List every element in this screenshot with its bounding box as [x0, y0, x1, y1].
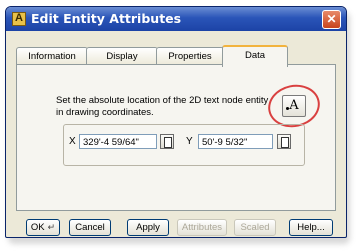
ok-button-label: OK	[30, 222, 45, 233]
x-coordinate-field[interactable]: 329'-4 59/64"	[79, 134, 157, 149]
apply-button[interactable]: Apply	[127, 219, 169, 236]
location-description: Set the absolute location of the 2D text…	[56, 95, 269, 118]
close-button[interactable]: ✕	[322, 10, 341, 29]
enter-key-icon: ↵	[47, 222, 56, 232]
x-label: X	[69, 136, 76, 147]
tab-information[interactable]: Information	[16, 47, 88, 65]
y-label: Y	[186, 136, 193, 147]
scaled-button[interactable]: Scaled	[234, 219, 276, 236]
cancel-button[interactable]: Cancel	[69, 219, 111, 236]
y-calculator-button[interactable]	[277, 134, 291, 149]
y-coordinate-field[interactable]: 50'-9 5/32"	[198, 134, 273, 149]
app-icon: A	[12, 12, 26, 26]
title-bar[interactable]: A Edit Entity Attributes ✕	[6, 7, 346, 31]
ok-button[interactable]: OK ↵	[26, 219, 60, 236]
help-button[interactable]: Help...	[289, 219, 333, 236]
x-calculator-button[interactable]	[160, 134, 174, 149]
calculator-icon	[281, 137, 289, 148]
tab-display[interactable]: Display	[86, 47, 158, 65]
window-title: Edit Entity Attributes	[31, 11, 182, 26]
tab-data[interactable]: Data	[222, 45, 288, 67]
tab-properties[interactable]: Properties	[156, 47, 224, 65]
attributes-button[interactable]: Attributes	[177, 219, 227, 236]
calculator-icon	[164, 137, 172, 148]
dialog-window: A Edit Entity Attributes ✕ Information D…	[5, 6, 347, 238]
